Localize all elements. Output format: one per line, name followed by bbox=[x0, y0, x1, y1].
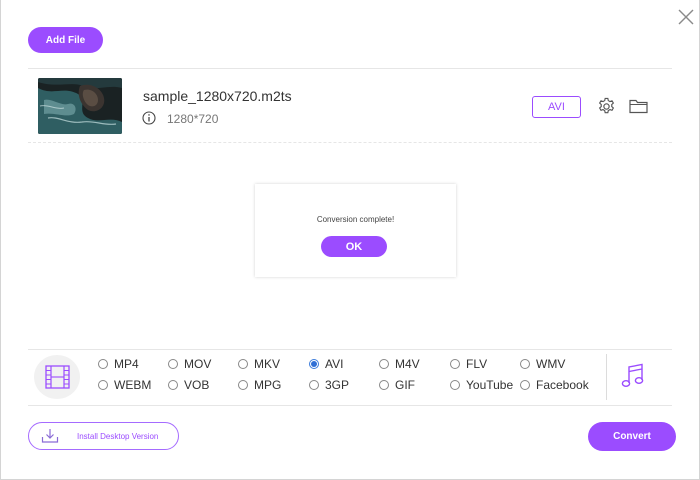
format-option-mpg[interactable]: MPG bbox=[238, 377, 281, 393]
install-desktop-label: Install Desktop Version bbox=[77, 432, 159, 441]
format-label: AVI bbox=[325, 357, 344, 371]
format-label: VOB bbox=[184, 378, 210, 392]
ok-button[interactable]: OK bbox=[321, 236, 387, 257]
info-icon[interactable] bbox=[142, 111, 156, 125]
radio-gif[interactable] bbox=[379, 380, 389, 390]
radio-mpg[interactable] bbox=[238, 380, 248, 390]
format-label: M4V bbox=[395, 357, 420, 371]
format-label: MP4 bbox=[114, 357, 139, 371]
radio-flv[interactable] bbox=[450, 359, 460, 369]
radio-avi[interactable] bbox=[309, 359, 319, 369]
download-icon bbox=[41, 429, 59, 443]
convert-button[interactable]: Convert bbox=[588, 422, 676, 451]
video-format-tab[interactable] bbox=[34, 355, 80, 399]
format-label: FLV bbox=[466, 357, 488, 371]
format-option-flv[interactable]: FLV bbox=[450, 356, 487, 372]
format-option-mp4[interactable]: MP4 bbox=[98, 356, 139, 372]
format-option-webm[interactable]: WEBM bbox=[98, 377, 151, 393]
video-thumbnail bbox=[38, 78, 122, 134]
format-label: WEBM bbox=[114, 378, 152, 392]
format-label: WMV bbox=[536, 357, 566, 371]
format-option-gif[interactable]: GIF bbox=[379, 377, 415, 393]
format-option-facebook[interactable]: Facebook bbox=[520, 377, 589, 393]
conversion-complete-dialog: Conversion complete! OK bbox=[255, 184, 456, 277]
format-label: 3GP bbox=[325, 378, 350, 392]
radio-mov[interactable] bbox=[168, 359, 178, 369]
radio-vob[interactable] bbox=[168, 380, 178, 390]
divider bbox=[606, 354, 607, 400]
folder-icon[interactable] bbox=[629, 98, 648, 114]
install-desktop-version-button[interactable]: Install Desktop Version bbox=[28, 422, 179, 450]
file-resolution: 1280*720 bbox=[167, 112, 219, 126]
gear-icon[interactable] bbox=[597, 97, 616, 116]
format-option-3gp[interactable]: 3GP bbox=[309, 377, 349, 393]
radio-wmv[interactable] bbox=[520, 359, 530, 369]
format-label: MKV bbox=[254, 357, 281, 371]
converter-window: Add File sample_1280x720.m2ts 1280*720 A… bbox=[0, 0, 700, 480]
format-option-mkv[interactable]: MKV bbox=[238, 356, 280, 372]
format-label: MOV bbox=[184, 357, 212, 371]
radio-mp4[interactable] bbox=[98, 359, 108, 369]
format-option-m4v[interactable]: M4V bbox=[379, 356, 420, 372]
divider bbox=[28, 405, 672, 406]
close-icon[interactable] bbox=[676, 7, 696, 27]
radio-facebook[interactable] bbox=[520, 380, 530, 390]
radio-youtube[interactable] bbox=[450, 380, 460, 390]
radio-mkv[interactable] bbox=[238, 359, 248, 369]
dialog-message: Conversion complete! bbox=[316, 215, 395, 224]
format-option-youtube[interactable]: YouTube bbox=[450, 377, 513, 393]
radio-webm[interactable] bbox=[98, 380, 108, 390]
film-icon bbox=[45, 365, 70, 389]
divider bbox=[28, 142, 672, 143]
file-name: sample_1280x720.m2ts bbox=[143, 88, 292, 104]
format-option-avi[interactable]: AVI bbox=[309, 356, 343, 372]
format-label: YouTube bbox=[466, 378, 514, 392]
format-option-vob[interactable]: VOB bbox=[168, 377, 209, 393]
music-note-icon[interactable] bbox=[621, 363, 645, 389]
divider bbox=[28, 68, 672, 69]
divider bbox=[28, 349, 672, 350]
format-label: GIF bbox=[395, 378, 415, 392]
output-format-badge[interactable]: AVI bbox=[532, 96, 581, 118]
radio-m4v[interactable] bbox=[379, 359, 389, 369]
format-option-wmv[interactable]: WMV bbox=[520, 356, 565, 372]
add-file-button[interactable]: Add File bbox=[28, 27, 103, 53]
format-option-mov[interactable]: MOV bbox=[168, 356, 211, 372]
radio-3gp[interactable] bbox=[309, 380, 319, 390]
format-label: Facebook bbox=[536, 378, 589, 392]
format-label: MPG bbox=[254, 378, 282, 392]
